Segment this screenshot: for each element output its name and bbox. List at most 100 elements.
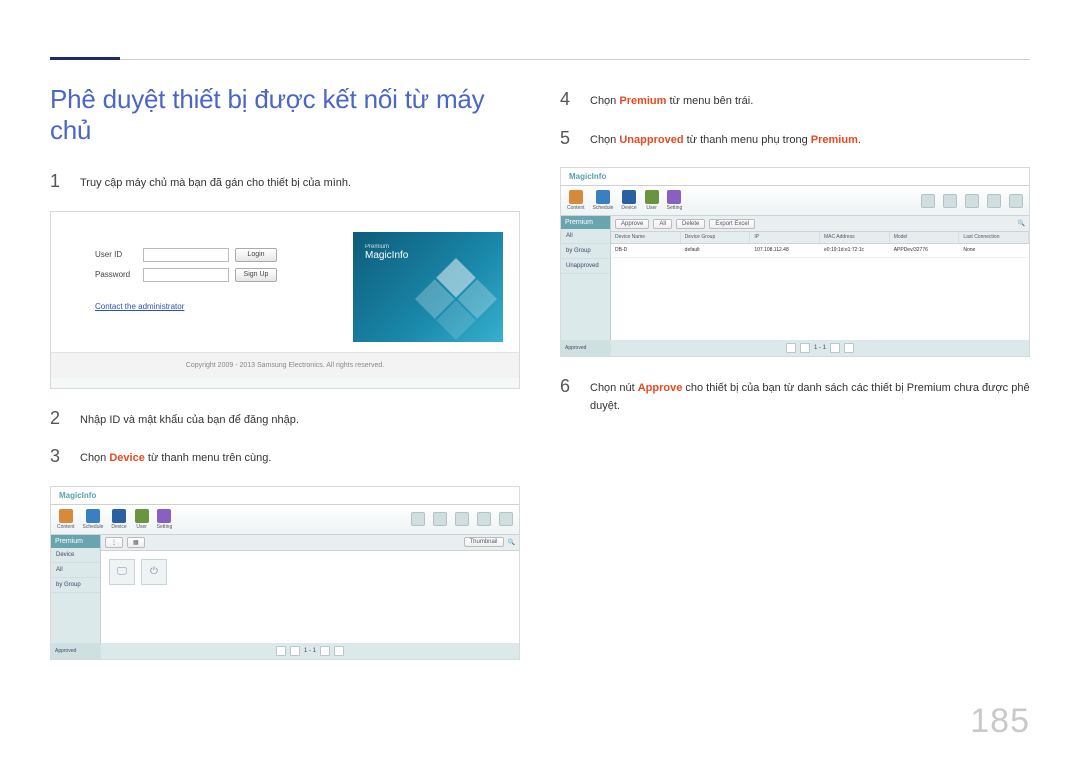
screenshot-login: User ID Login Password Sign Up Contact t… (50, 211, 520, 389)
step-3: 3 Chọn Device từ thanh menu trên cùng. (50, 447, 520, 468)
mi-toolbar: Content Schedule Device User Setting (561, 186, 1029, 216)
header-util-icon[interactable] (1009, 194, 1023, 208)
step-number: 1 (50, 172, 64, 190)
approve-button[interactable]: Approve (615, 219, 649, 229)
user-id-label: User ID (95, 250, 137, 259)
header-util-icon[interactable] (411, 512, 425, 526)
header-util-icon[interactable] (943, 194, 957, 208)
toolbar-setting[interactable]: Setting (667, 190, 683, 211)
paginator: 1 - 1 (101, 643, 519, 659)
sidebar-item[interactable]: All (51, 563, 100, 578)
toolbar-user[interactable]: User (645, 190, 659, 211)
page-last[interactable] (334, 646, 344, 656)
subbar-btn[interactable]: ▦ (127, 537, 145, 548)
toolbar-schedule[interactable]: Schedule (83, 509, 104, 530)
step-number: 3 (50, 447, 64, 465)
step-text: Nhập ID và mật khẩu của bạn để đăng nhập… (80, 409, 299, 430)
left-column: Phê duyệt thiết bị được kết nối từ máy c… (50, 84, 520, 680)
step-text: Chọn Unapproved từ thanh menu phụ trong … (590, 129, 861, 150)
toolbar-schedule[interactable]: Schedule (593, 190, 614, 211)
user-id-input[interactable] (143, 248, 229, 262)
sidebar-item[interactable]: All (561, 229, 610, 244)
header-util-icon[interactable] (455, 512, 469, 526)
password-label: Password (95, 270, 137, 279)
header-util-icon[interactable] (987, 194, 1001, 208)
subbar-export[interactable]: Export Excel (709, 219, 755, 229)
banner-title: MagicInfo (365, 250, 408, 261)
subbar-delete[interactable]: Delete (676, 219, 705, 229)
search-icon[interactable]: 🔍 (1018, 220, 1025, 227)
subbar-btn[interactable]: ⋮ (105, 537, 123, 548)
sidebar-item[interactable]: by Group (561, 244, 610, 259)
footer-approved: Approved (51, 643, 101, 659)
header-util-icon[interactable] (477, 512, 491, 526)
page-title: Phê duyệt thiết bị được kết nối từ máy c… (50, 84, 520, 146)
step-2: 2 Nhập ID và mật khẩu của bạn để đăng nh… (50, 409, 520, 430)
signup-button[interactable]: Sign Up (235, 268, 277, 282)
header-util-icon[interactable] (499, 512, 513, 526)
keyword-device: Device (109, 452, 144, 464)
search-icon[interactable]: 🔍 (508, 539, 515, 546)
device-power-icon[interactable]: ⏻ (141, 559, 167, 585)
table-header: Device Name Device Group IP MAC Address … (611, 232, 1029, 244)
toolbar-device[interactable]: Device (621, 190, 636, 211)
footer-approved: Approved (561, 340, 611, 356)
diamond-icon (415, 258, 497, 340)
sidebar-head-premium[interactable]: Premium (561, 216, 610, 229)
keyword-unapproved: Unapproved (619, 134, 683, 146)
sidebar-item-unapproved[interactable]: Unapproved (561, 259, 610, 274)
toolbar-user[interactable]: User (135, 509, 149, 530)
step-5: 5 Chọn Unapproved từ thanh menu phụ tron… (560, 129, 1030, 150)
contact-admin-link[interactable]: Contact the administrator (95, 302, 184, 311)
toolbar-content[interactable]: Content (57, 509, 75, 530)
header-util-icon[interactable] (921, 194, 935, 208)
header-util-icon[interactable] (433, 512, 447, 526)
keyword-approve: Approve (638, 382, 683, 394)
login-form: User ID Login Password Sign Up Contact t… (95, 232, 353, 311)
step-6: 6 Chọn nút Approve cho thiết bị của bạn … (560, 377, 1030, 415)
step-text: Chọn nút Approve cho thiết bị của bạn từ… (590, 377, 1030, 415)
screenshot-device: MagicInfo Content Schedule Device User S… (50, 486, 520, 660)
mi-sidebar: Premium All by Group Unapproved (561, 216, 611, 342)
login-banner: Premium MagicInfo (353, 232, 503, 342)
sidebar-item[interactable]: by Group (51, 578, 100, 593)
subbar-all[interactable]: All (653, 219, 672, 229)
step-text: Chọn Premium từ menu bên trái. (590, 90, 753, 111)
keyword-premium: Premium (619, 95, 666, 107)
password-input[interactable] (143, 268, 229, 282)
banner-subtitle: Premium (365, 244, 408, 250)
toolbar-device[interactable]: Device (111, 509, 126, 530)
step-number: 4 (560, 90, 574, 108)
toolbar-content[interactable]: Content (567, 190, 585, 211)
sidebar-head-premium[interactable]: Premium (51, 535, 100, 548)
table-row[interactable]: DB-D default 107.108.112.48 e0:19:1d:e1:… (611, 244, 1029, 258)
right-column: 4 Chọn Premium từ menu bên trái. 5 Chọn … (560, 84, 1030, 680)
header-rule (50, 20, 1030, 60)
mi-main: Approve All Delete Export Excel 🔍 Device… (611, 216, 1029, 342)
toolbar-setting[interactable]: Setting (157, 509, 173, 530)
step-text: Chọn Device từ thanh menu trên cùng. (80, 447, 271, 468)
step-number: 2 (50, 409, 64, 427)
header-util-icon[interactable] (965, 194, 979, 208)
page-next[interactable] (320, 646, 330, 656)
step-1: 1 Truy cập máy chủ mà bạn đã gán cho thi… (50, 172, 520, 193)
mi-logo: MagicInfo (51, 487, 519, 505)
mi-main: ⋮ ▦ Thumbnail 🔍 🖵 ⏻ (101, 535, 519, 645)
mi-sidebar: Premium Device All by Group (51, 535, 101, 645)
step-number: 6 (560, 377, 574, 395)
login-button[interactable]: Login (235, 248, 277, 262)
page-first[interactable] (786, 343, 796, 353)
page-prev[interactable] (800, 343, 810, 353)
screenshot-unapproved: MagicInfo Content Schedule Device User S… (560, 167, 1030, 357)
step-number: 5 (560, 129, 574, 147)
page-prev[interactable] (290, 646, 300, 656)
page-next[interactable] (830, 343, 840, 353)
sidebar-item[interactable]: Device (51, 548, 100, 563)
mi-logo: MagicInfo (561, 168, 1029, 186)
page-number: 185 (970, 702, 1030, 741)
page-first[interactable] (276, 646, 286, 656)
view-thumbnail[interactable]: Thumbnail (464, 537, 504, 547)
page-last[interactable] (844, 343, 854, 353)
device-thumbnail[interactable]: 🖵 (109, 559, 135, 585)
keyword-premium: Premium (811, 134, 858, 146)
